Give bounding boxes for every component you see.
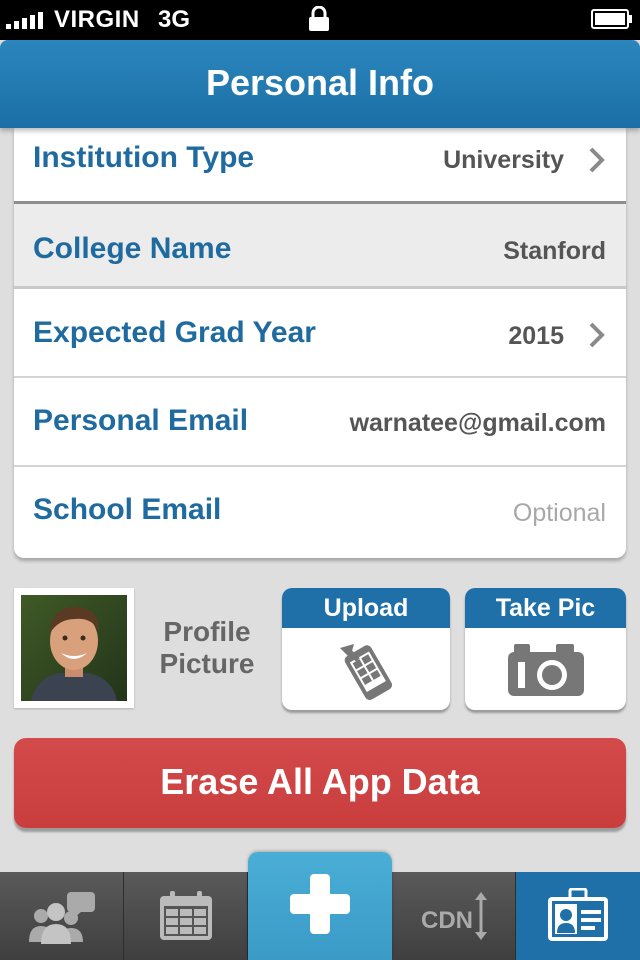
chevron-right-icon [589, 322, 605, 348]
profile-picture-label: Profile Picture [159, 616, 255, 679]
grad-year-label: Expected Grad Year [33, 316, 316, 349]
add-icon [290, 874, 350, 934]
take-pic-button[interactable]: Take Pic [465, 588, 626, 710]
id-card-icon [548, 888, 608, 941]
institution-type-label: Institution Type [33, 141, 255, 174]
status-bar: VIRGIN 3G [0, 0, 640, 40]
profile-photo[interactable] [14, 588, 134, 708]
personal-email-row[interactable]: Personal Email warnatee@gmail.com [14, 378, 626, 467]
network-type: 3G [158, 6, 191, 33]
upload-button[interactable]: Upload [282, 588, 450, 710]
college-name-row[interactable]: College Name Stanford [14, 201, 626, 289]
upload-phone-icon [340, 644, 393, 700]
tab-profile[interactable] [516, 872, 640, 960]
college-name-value: Stanford [503, 237, 606, 265]
personal-email-label: Personal Email [33, 404, 249, 437]
cdn-icon: CDN [421, 892, 487, 940]
college-name-label: College Name [33, 232, 232, 265]
people-icon [28, 892, 95, 944]
nav-bar: Personal Info [0, 40, 640, 128]
cdn-text: CDN [421, 907, 473, 934]
institution-type-value: University [443, 146, 564, 174]
tab-cdn[interactable]: CDN [392, 872, 516, 960]
erase-data-button[interactable]: Erase All App Data [14, 738, 626, 828]
upload-button-label: Upload [282, 588, 450, 628]
tab-calendar[interactable] [124, 872, 248, 960]
personal-email-field[interactable]: warnatee@gmail.com [350, 409, 606, 438]
grad-year-value: 2015 [508, 322, 564, 350]
calendar-icon [159, 891, 212, 940]
lock-icon [309, 6, 329, 31]
take-pic-button-label: Take Pic [465, 588, 626, 628]
personal-info-form: Institution Type University College Name… [14, 128, 626, 558]
battery-icon [591, 9, 632, 29]
grad-year-row[interactable]: Expected Grad Year 2015 [14, 289, 626, 378]
tab-people[interactable] [0, 872, 124, 960]
avatar [21, 595, 127, 701]
school-email-field[interactable]: Optional [513, 499, 606, 528]
page-title: Personal Info [205, 62, 435, 103]
chevron-right-icon [589, 147, 605, 173]
school-email-label: School Email [33, 493, 222, 526]
carrier-name: VIRGIN [54, 6, 140, 33]
tab-add[interactable] [248, 852, 392, 960]
institution-type-row[interactable]: Institution Type University [14, 128, 626, 204]
school-email-row[interactable]: School Email Optional [14, 467, 626, 558]
camera-icon [507, 644, 584, 696]
signal-bars-icon [6, 11, 43, 29]
